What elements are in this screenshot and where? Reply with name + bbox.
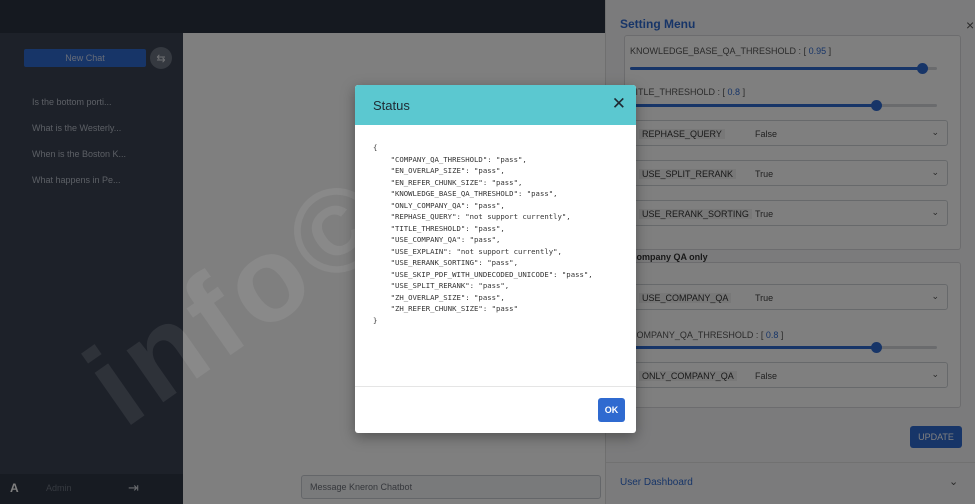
- status-json-line: "ONLY_COMPANY_QA": "pass",: [373, 200, 505, 210]
- status-json-line: "USE_SPLIT_RERANK": "pass",: [373, 281, 510, 290]
- status-json-line: }: [373, 315, 378, 325]
- status-json: { "COMPANY_QA_THRESHOLD": "pass", "EN_OV…: [373, 142, 593, 326]
- status-json-line: "ZH_REFER_CHUNK_SIZE": "pass": [373, 304, 518, 313]
- modal-header: Status ✕: [355, 85, 636, 125]
- status-json-line: "EN_OVERLAP_SIZE": "pass",: [373, 166, 505, 175]
- status-json-line: "USE_RERANK_SORTING": "pass",: [373, 258, 518, 267]
- status-modal: Status ✕ { "COMPANY_QA_THRESHOLD": "pass…: [355, 85, 636, 433]
- status-json-line: "USE_COMPANY_QA": "pass",: [373, 235, 501, 244]
- status-json-line: "REPHASE_QUERY": "not support currently"…: [373, 212, 571, 221]
- modal-title: Status: [373, 98, 410, 113]
- status-json-line: "USE_SKIP_PDF_WITH_UNDECODED_UNICODE": "…: [373, 269, 593, 279]
- ok-button[interactable]: OK: [598, 398, 625, 422]
- status-json-line: "TITLE_THRESHOLD": "pass",: [373, 223, 505, 233]
- status-json-line: "COMPANY_QA_THRESHOLD": "pass",: [373, 154, 527, 164]
- status-json-line: "ZH_OVERLAP_SIZE": "pass",: [373, 292, 505, 302]
- status-json-line: "EN_REFER_CHUNK_SIZE": "pass",: [373, 177, 523, 187]
- close-icon[interactable]: ✕: [612, 94, 626, 114]
- status-json-line: {: [373, 143, 378, 152]
- status-json-line: "KNOWLEDGE_BASE_QA_THRESHOLD": "pass",: [373, 189, 558, 198]
- modal-body: { "COMPANY_QA_THRESHOLD": "pass", "EN_OV…: [355, 125, 636, 385]
- status-json-line: "USE_EXPLAIN": "not support currently",: [373, 246, 562, 256]
- modal-footer: OK: [355, 386, 636, 433]
